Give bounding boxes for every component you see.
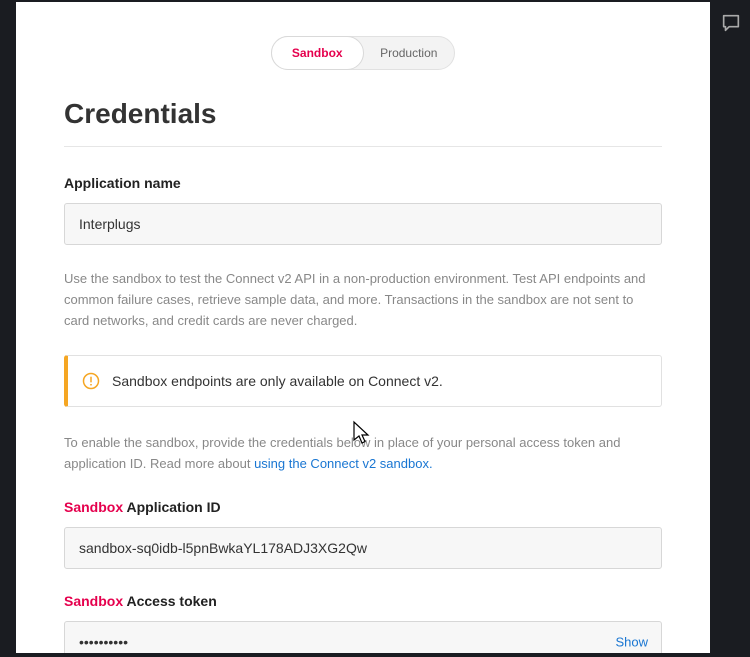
chat-icon[interactable] [720, 12, 742, 34]
show-token-button[interactable]: Show [615, 634, 648, 649]
app-name-input[interactable] [64, 203, 662, 245]
tab-production[interactable]: Production [364, 37, 455, 69]
app-id-label: Sandbox Application ID [64, 499, 662, 515]
sandbox-notice: Sandbox endpoints are only available on … [64, 355, 662, 407]
enable-help-text: To enable the sandbox, provide the crede… [64, 433, 662, 475]
sandbox-help-text: Use the sandbox to test the Connect v2 A… [64, 269, 662, 331]
page-title: Credentials [64, 98, 662, 130]
app-id-field[interactable] [64, 527, 662, 569]
sandbox-docs-link[interactable]: using the Connect v2 sandbox. [254, 456, 433, 471]
warning-icon [82, 372, 100, 390]
environment-toggle: Sandbox Production [271, 36, 455, 70]
app-name-label: Application name [64, 175, 662, 191]
access-token-field[interactable] [64, 621, 662, 653]
tab-sandbox[interactable]: Sandbox [271, 36, 364, 70]
notice-text: Sandbox endpoints are only available on … [112, 373, 443, 389]
access-token-label: Sandbox Access token [64, 593, 662, 609]
credentials-page: Sandbox Production Credentials Applicati… [16, 2, 710, 653]
divider [64, 146, 662, 147]
